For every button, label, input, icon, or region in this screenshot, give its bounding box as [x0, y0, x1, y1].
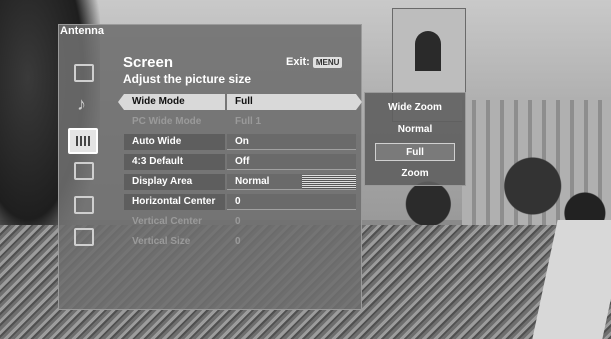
setting-value: 0	[235, 216, 241, 227]
picture-icon[interactable]	[74, 162, 94, 180]
menu-key-badge: MENU	[312, 56, 343, 68]
settings-list: Wide Mode Full PC Wide Mode Full 1 Auto …	[118, 94, 362, 254]
music-note-icon[interactable]: ♪	[77, 94, 86, 115]
setting-value: Full	[227, 94, 362, 110]
video-setup-icon[interactable]	[74, 196, 94, 214]
setting-label: Display Area	[124, 174, 225, 190]
setting-label: Auto Wide	[124, 134, 225, 150]
wide-mode-options: Wide Zoom Normal Full Zoom	[364, 92, 466, 186]
setting-value: 0	[227, 194, 356, 210]
sidebar: ♪	[60, 40, 108, 306]
setting-value: On	[227, 134, 356, 150]
option-normal[interactable]: Normal	[365, 121, 465, 139]
setting-display-area[interactable]: Display Area Normal	[124, 174, 356, 190]
setting-pc-wide-mode: PC Wide Mode Full 1	[124, 114, 356, 130]
setting-label: 4:3 Default	[124, 154, 225, 170]
setting-label: Wide Mode	[118, 94, 225, 110]
setting-label: Vertical Center	[132, 216, 203, 227]
page-title: Screen	[123, 54, 174, 71]
option-full[interactable]: Full	[375, 143, 455, 161]
option-zoom[interactable]: Zoom	[365, 165, 465, 183]
exit-hint[interactable]: Exit: MENU	[286, 56, 343, 68]
setting-value: 0	[235, 236, 241, 247]
scroll-indicator	[302, 175, 356, 189]
panel-label: Antenna	[60, 25, 104, 37]
setting-label: Horizontal Center	[124, 194, 225, 210]
setting-value: Off	[227, 154, 356, 170]
exit-label: Exit:	[286, 56, 310, 68]
setting-4-3-default[interactable]: 4:3 Default Off	[124, 154, 356, 170]
setting-label: PC Wide Mode	[132, 116, 202, 127]
option-wide-zoom[interactable]: Wide Zoom	[365, 99, 465, 117]
screen-icon[interactable]	[68, 128, 98, 154]
antenna-icon[interactable]	[74, 64, 94, 82]
setting-vertical-size: Vertical Size 0	[124, 234, 356, 250]
setting-horizontal-center[interactable]: Horizontal Center 0	[124, 194, 356, 210]
setting-vertical-center: Vertical Center 0	[124, 214, 356, 230]
setting-label: Vertical Size	[132, 236, 191, 247]
setting-auto-wide[interactable]: Auto Wide On	[124, 134, 356, 150]
setting-wide-mode[interactable]: Wide Mode Full	[118, 94, 362, 110]
list-icon[interactable]	[74, 228, 94, 246]
page-subtitle: Adjust the picture size	[123, 72, 252, 86]
setting-value: Full 1	[235, 116, 262, 127]
